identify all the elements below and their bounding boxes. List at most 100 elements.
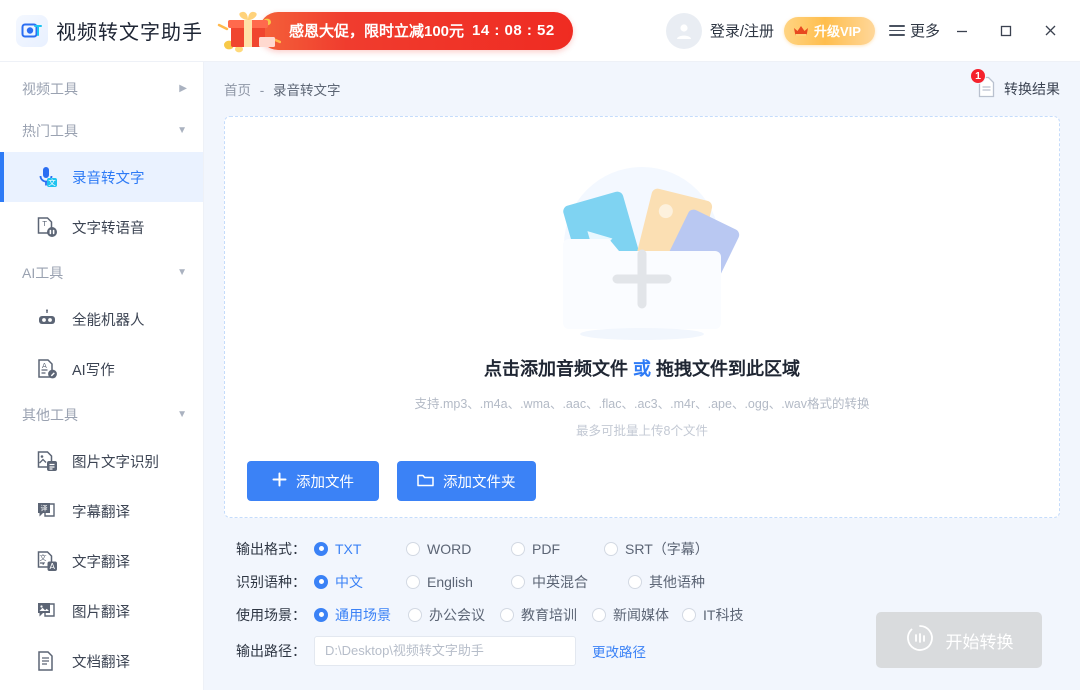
user-avatar-icon[interactable] [666, 13, 702, 49]
sidebar-item-robot[interactable]: 全能机器人 [0, 294, 203, 344]
sidebar-item-text-to-speech[interactable]: T 文字转语音 [0, 202, 203, 252]
start-conversion-label: 开始转换 [946, 628, 1014, 653]
text-speech-icon: T [34, 214, 60, 240]
scene-option-education[interactable]: 教育培训 [500, 605, 592, 625]
format-option-pdf[interactable]: PDF [511, 541, 604, 557]
scene-option-it[interactable]: IT科技 [682, 605, 743, 625]
scene-option-meeting[interactable]: 办公会议 [408, 605, 500, 625]
dropzone-actions: 添加文件 添加文件夹 [247, 461, 536, 501]
output-path-input[interactable] [314, 636, 576, 666]
format-option-txt[interactable]: TXT [314, 541, 406, 557]
sidebar-group-video-tools[interactable]: 视频工具 ▶ [0, 68, 203, 110]
breadcrumb-current: 录音转文字 [273, 83, 341, 98]
promo-pill[interactable]: 感恩大促，限时立减100元 14 : 08 : 52 [259, 12, 573, 50]
radio-label: 中文 [335, 572, 363, 592]
language-row: 识别语种： 中文 English 中英混合 其 [236, 565, 1060, 598]
close-icon[interactable] [1028, 11, 1072, 51]
sidebar-group-hot-tools[interactable]: 热门工具 ▼ [0, 110, 203, 152]
sidebar-item-ai-writing[interactable]: A AI写作 [0, 344, 203, 394]
language-label: 识别语种： [236, 572, 314, 592]
maximize-icon[interactable] [984, 11, 1028, 51]
radio-label: 新闻媒体 [613, 605, 669, 625]
sidebar-group-label: 视频工具 [22, 79, 179, 99]
radio-dot [406, 542, 420, 556]
scene-option-general[interactable]: 通用场景 [314, 605, 408, 625]
add-file-label: 添加文件 [296, 471, 354, 492]
format-option-word[interactable]: WORD [406, 541, 511, 557]
titlebar-actions: 登录/注册 升级VIP 更多 [666, 11, 1072, 51]
sidebar-group-label: 其他工具 [22, 405, 177, 425]
svg-text:T: T [42, 220, 48, 228]
app-body: 视频工具 ▶ 热门工具 ▼ 文 录音转文字 [0, 62, 1080, 690]
sidebar-item-subtitle-translate[interactable]: 译 字幕翻译 [0, 486, 203, 536]
sidebar-item-image-translate[interactable]: 图片翻译 [0, 586, 203, 636]
radio-dot [314, 608, 328, 622]
microphone-text-icon: 文 [34, 164, 60, 190]
conversion-results-button[interactable]: 1 转换结果 [977, 76, 1060, 103]
svg-text:文: 文 [40, 553, 47, 562]
dropzone-title: 点击添加音频文件 或 拖拽文件到此区域 [484, 355, 800, 381]
add-file-button[interactable]: 添加文件 [247, 461, 379, 501]
add-folder-label: 添加文件夹 [443, 471, 516, 492]
login-register-link[interactable]: 登录/注册 [710, 20, 774, 41]
language-option-mixed[interactable]: 中英混合 [511, 572, 628, 592]
more-menu-button[interactable]: 更多 [889, 20, 940, 41]
output-format-row: 输出格式： TXT WORD PDF SRT（ [236, 532, 1060, 565]
conversion-results-label: 转换结果 [1004, 79, 1060, 99]
promo-text: 感恩大促，限时立减100元 [289, 20, 464, 41]
add-folder-button[interactable]: 添加文件夹 [397, 461, 536, 501]
format-option-srt[interactable]: SRT（字幕） [604, 539, 709, 559]
language-option-chinese[interactable]: 中文 [314, 572, 406, 592]
radio-dot [604, 542, 618, 556]
chevron-right-icon: ▶ [179, 84, 187, 94]
chevron-down-icon: ▼ [177, 410, 187, 420]
radio-label: 教育培训 [521, 605, 577, 625]
sidebar-item-image-ocr[interactable]: 图片文字识别 [0, 436, 203, 486]
svg-text:A: A [42, 362, 47, 370]
app-window: 视频转文字助手 感恩大促，限时立减100元 14 : 08 [0, 0, 1080, 690]
convert-icon [905, 623, 935, 658]
dropzone-batch-hint: 最多可批量上传8个文件 [576, 420, 708, 439]
svg-text:文: 文 [48, 177, 56, 187]
sidebar-item-label: 文档翻译 [72, 651, 130, 672]
subtitle-translate-icon: 译 [34, 498, 60, 524]
sidebar-item-document-translate[interactable]: 文档翻译 [0, 636, 203, 686]
sidebar-item-audio-to-text[interactable]: 文 录音转文字 [0, 152, 203, 202]
sidebar-group-ai-tools[interactable]: AI工具 ▼ [0, 252, 203, 294]
sidebar-item-label: AI写作 [72, 359, 115, 380]
radio-dot [682, 608, 696, 622]
text-translate-icon: 文 A [34, 548, 60, 574]
radio-dot [500, 608, 514, 622]
radio-label: PDF [532, 541, 560, 557]
promo-banner[interactable]: 感恩大促，限时立减100元 14 : 08 : 52 [215, 9, 573, 53]
dropzone-title-rest: 拖拽文件到此区域 [656, 359, 800, 379]
svg-text:A: A [49, 562, 55, 571]
chevron-down-icon: ▼ [177, 126, 187, 136]
upgrade-vip-button[interactable]: 升级VIP [784, 17, 875, 45]
breadcrumb-home[interactable]: 首页 [224, 83, 251, 98]
sidebar-group-other-tools[interactable]: 其他工具 ▼ [0, 394, 203, 436]
language-option-other[interactable]: 其他语种 [628, 572, 705, 592]
change-path-link[interactable]: 更改路径 [592, 641, 646, 661]
radio-label: IT科技 [703, 605, 743, 625]
radio-label: 中英混合 [532, 572, 588, 592]
gift-box-icon [215, 9, 281, 53]
sidebar-item-text-translate[interactable]: 文 A 文字翻译 [0, 536, 203, 586]
breadcrumb: 首页 - 录音转文字 [224, 79, 341, 99]
scene-option-news[interactable]: 新闻媒体 [592, 605, 682, 625]
app-title: 视频转文字助手 [56, 16, 203, 45]
language-option-english[interactable]: English [406, 574, 511, 590]
dropzone-supported-formats: 支持.mp3、.m4a、.wma、.aac、.flac、.ac3、.m4r、.a… [415, 393, 870, 412]
sidebar-item-label: 全能机器人 [72, 309, 145, 330]
start-conversion-button[interactable]: 开始转换 [876, 612, 1042, 668]
sidebar-item-label: 字幕翻译 [72, 501, 130, 522]
sidebar-group-label: 热门工具 [22, 121, 177, 141]
options-panel: 输出格式： TXT WORD PDF SRT（ [224, 518, 1060, 690]
output-path-label: 输出路径： [236, 641, 314, 661]
scene-label: 使用场景： [236, 605, 314, 625]
radio-dot [511, 575, 525, 589]
file-dropzone[interactable]: 点击添加音频文件 或 拖拽文件到此区域 支持.mp3、.m4a、.wma、.aa… [224, 116, 1060, 518]
minimize-icon[interactable] [940, 11, 984, 51]
sidebar-item-label: 图片翻译 [72, 601, 130, 622]
radio-dot [314, 542, 328, 556]
